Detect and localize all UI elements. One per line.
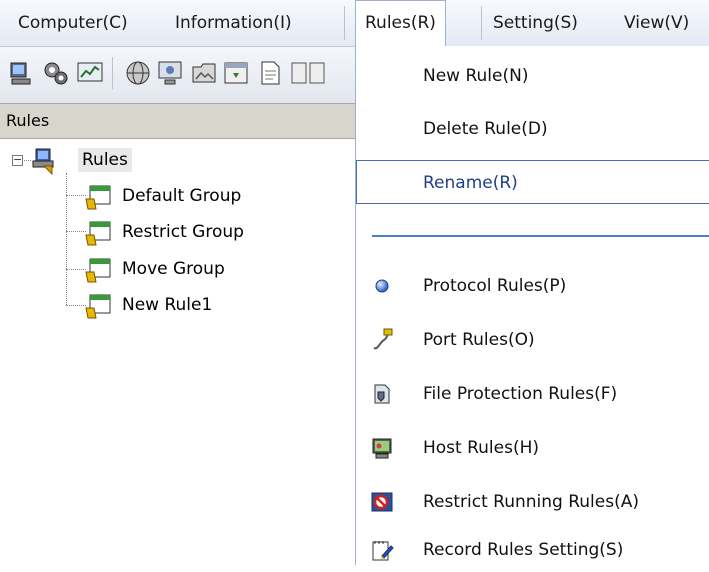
menu-item-delete-rule[interactable]: Delete Rule(D) bbox=[356, 107, 709, 151]
tree-connector bbox=[66, 231, 86, 232]
rules-dropdown-menu: New Rule(N) Delete Rule(D) Rename(R) Pro… bbox=[355, 46, 709, 565]
menu-separator bbox=[372, 235, 709, 237]
menu-information[interactable]: Information(I) bbox=[175, 0, 292, 46]
menu-item-label: Host Rules(H) bbox=[423, 438, 540, 458]
menu-item-label: Port Rules(O) bbox=[423, 330, 535, 350]
menu-divider bbox=[481, 6, 482, 40]
menu-view[interactable]: View(V) bbox=[624, 0, 689, 46]
group-window-icon bbox=[85, 185, 111, 210]
tree-root-rules[interactable]: Rules bbox=[78, 148, 132, 172]
menu-item-label: Delete Rule(D) bbox=[423, 119, 548, 139]
rules-tree: − Rules Default Group Restrict Group Mov… bbox=[0, 139, 355, 565]
toolbar bbox=[0, 47, 355, 103]
tree-connector bbox=[66, 195, 86, 196]
host-computer-icon bbox=[372, 438, 392, 459]
tree-item-label: Restrict Group bbox=[122, 222, 244, 242]
menu-setting[interactable]: Setting(S) bbox=[493, 0, 578, 46]
document-icon[interactable] bbox=[256, 59, 284, 87]
menu-item-rename[interactable]: Rename(R) bbox=[356, 160, 709, 204]
tree-connector bbox=[66, 305, 86, 306]
screen-icon[interactable] bbox=[156, 59, 184, 87]
toolbar-overflow-icon[interactable] bbox=[288, 59, 328, 87]
tree-item-label: New Rule1 bbox=[122, 295, 213, 315]
group-window-icon bbox=[85, 221, 111, 246]
tree-connector bbox=[66, 269, 86, 270]
gears-icon[interactable] bbox=[42, 59, 70, 87]
menu-item-label: Record Rules Setting(S) bbox=[423, 540, 624, 560]
menu-item-label: File Protection Rules(F) bbox=[423, 384, 618, 404]
tree-item-label: Default Group bbox=[122, 186, 242, 206]
computer-icon[interactable] bbox=[8, 59, 36, 87]
menu-item-label: New Rule(N) bbox=[423, 66, 529, 86]
toolbar-divider bbox=[112, 57, 113, 89]
tree-item-label: Move Group bbox=[122, 259, 225, 279]
menu-item-label: Rename(R) bbox=[423, 173, 518, 193]
rules-root-icon bbox=[32, 148, 54, 175]
folder-image-icon[interactable] bbox=[190, 59, 218, 87]
menu-item-record-rules-setting[interactable]: Record Rules Setting(S) bbox=[356, 528, 709, 572]
group-window-icon bbox=[85, 294, 111, 319]
menu-item-new-rule[interactable]: New Rule(N) bbox=[356, 54, 709, 98]
file-shield-icon bbox=[374, 384, 390, 404]
window-icon[interactable] bbox=[222, 59, 250, 87]
menu-item-label: Protocol Rules(P) bbox=[423, 276, 567, 296]
panel-title: Rules bbox=[0, 103, 355, 139]
collapse-icon[interactable]: − bbox=[12, 154, 23, 166]
blue-sphere-icon bbox=[375, 279, 389, 293]
menu-bar: Computer(C) Information(I) Rules(R) Sett… bbox=[0, 0, 709, 47]
menu-item-protocol-rules[interactable]: Protocol Rules(P) bbox=[356, 264, 709, 308]
menu-divider bbox=[344, 6, 345, 40]
group-window-icon bbox=[85, 258, 111, 283]
no-entry-icon bbox=[371, 492, 393, 512]
menu-item-restrict-running-rules[interactable]: Restrict Running Rules(A) bbox=[356, 480, 709, 524]
globe-icon[interactable] bbox=[124, 59, 152, 87]
tree-connector bbox=[66, 173, 67, 305]
menu-computer[interactable]: Computer(C) bbox=[18, 0, 128, 46]
menu-item-file-protection-rules[interactable]: File Protection Rules(F) bbox=[356, 372, 709, 416]
monitor-chart-icon[interactable] bbox=[76, 59, 104, 87]
menu-item-host-rules[interactable]: Host Rules(H) bbox=[356, 426, 709, 470]
notepad-pen-icon bbox=[372, 541, 394, 561]
menu-rules[interactable]: Rules(R) bbox=[355, 0, 446, 47]
menu-item-port-rules[interactable]: Port Rules(O) bbox=[356, 318, 709, 362]
menu-item-label: Restrict Running Rules(A) bbox=[423, 492, 639, 512]
cable-plug-icon bbox=[373, 328, 393, 350]
